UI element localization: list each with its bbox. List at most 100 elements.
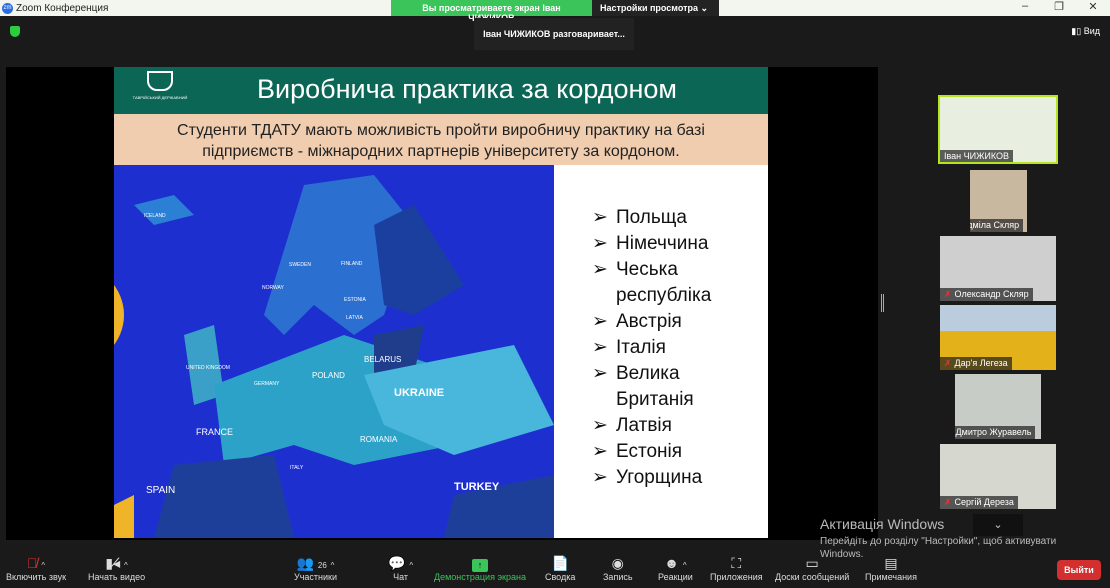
map-label: UKRAINE bbox=[394, 387, 445, 399]
window-title: Zoom Конференция bbox=[16, 2, 109, 14]
unmute-button[interactable]: 🎙̸ ^ Включить звук bbox=[6, 554, 66, 582]
country-item: Австрія bbox=[592, 309, 732, 335]
participant-tile[interactable]: ✗ Олександр Скляр bbox=[940, 236, 1056, 301]
map-label: ESTONIA bbox=[344, 297, 366, 303]
europe-map: ICELAND NORWAY SWEDEN FINLAND ESTONIA LA… bbox=[114, 165, 554, 538]
record-button[interactable]: ◉ Запись bbox=[603, 554, 633, 582]
video-label: Начать видео bbox=[88, 572, 146, 582]
share-screen-button[interactable]: ↑ Демонстрация экрана bbox=[434, 554, 526, 582]
meeting-toolbar: 🎙̸ ^ Включить звук ▮◂̸ ^ Начать видео 👥 26… bbox=[0, 550, 1110, 588]
subtitle-line-1: Студенти ТДАТУ мають можливість пройти в… bbox=[177, 122, 705, 139]
participant-name: Дар'я Легеза bbox=[954, 358, 1008, 368]
participant-tile[interactable]: Іван ЧИЖИКОВ bbox=[938, 95, 1058, 164]
subtitle-line-2: підприємств - міжнародних партнерів унів… bbox=[202, 143, 680, 160]
participant-tile[interactable]: ✗Дмитро Журавель bbox=[955, 374, 1041, 439]
university-logo: ТАВРІЙСЬКИЙ ДЕРЖАВНИЙ bbox=[130, 71, 190, 100]
country-list: Польща Німеччина Чеська республіка Австр… bbox=[592, 205, 732, 491]
share-label: Демонстрация экрана bbox=[434, 572, 526, 582]
participants-count: 26 bbox=[317, 561, 327, 570]
country-item: Велика Британія bbox=[592, 361, 712, 413]
participant-name: Радміла Скляр bbox=[970, 220, 1020, 230]
map-label: FINLAND bbox=[341, 261, 363, 267]
muted-mic-icon: ✗ bbox=[944, 497, 952, 507]
share-screen-icon: ↑ bbox=[434, 554, 526, 572]
map-label: BELARUS bbox=[364, 355, 402, 364]
video-off-icon: ▮◂̸ ^ bbox=[105, 555, 128, 571]
security-shield-icon[interactable] bbox=[10, 26, 20, 37]
map-label: LATVIA bbox=[346, 315, 363, 321]
map-label: SWEDEN bbox=[289, 262, 311, 268]
record-icon: ◉ bbox=[611, 555, 624, 571]
map-label: SPAIN bbox=[146, 485, 176, 496]
view-button[interactable]: ▮▯ Вид bbox=[1071, 26, 1100, 37]
map-label: FRANCE bbox=[196, 427, 234, 437]
reactions-button[interactable]: ☻ ^ Реакции bbox=[658, 554, 693, 582]
map-label: UNITED KINGDOM bbox=[186, 365, 230, 371]
slide-title: Виробнича практика за кордоном bbox=[257, 74, 677, 104]
whiteboards-button[interactable]: ▭ Доски сообщений bbox=[775, 554, 849, 582]
view-options-label: Настройки просмотра bbox=[600, 3, 699, 13]
speaker-indicator: Іван ЧИЖИКОВ разговаривает... bbox=[474, 18, 634, 50]
reactions-icon: ☻ ^ bbox=[664, 555, 687, 571]
apps-icon: ⛶ bbox=[731, 555, 742, 571]
country-item: Латвія bbox=[592, 413, 732, 439]
view-banner: Вы просматриваете экран Іван ЧИЖИКОВ Нас… bbox=[391, 0, 719, 23]
map-label: POLAND bbox=[312, 371, 345, 380]
notes-icon: ▤ bbox=[884, 555, 898, 571]
view-icon: ▮▯ bbox=[1071, 26, 1082, 36]
country-item: Італія bbox=[592, 335, 732, 361]
close-button[interactable]: ✕ bbox=[1076, 0, 1110, 16]
participant-name: Іван ЧИЖИКОВ bbox=[940, 150, 1014, 162]
viewing-banner: Вы просматриваете экран Іван ЧИЖИКОВ bbox=[391, 0, 592, 23]
muted-mic-icon: 🎙̸ ^ bbox=[26, 555, 46, 571]
view-options-button[interactable]: Настройки просмотра ⌄ bbox=[592, 0, 719, 16]
slide-header: ТАВРІЙСЬКИЙ ДЕРЖАВНИЙ Виробнича практика… bbox=[114, 67, 768, 114]
country-item: Польща bbox=[592, 205, 732, 231]
participant-name: Дмитро Журавель bbox=[955, 427, 1032, 437]
country-item: Німеччина bbox=[592, 231, 732, 257]
summary-button[interactable]: 📄 Сводка bbox=[545, 554, 575, 582]
map-label: NORWAY bbox=[262, 285, 284, 291]
chat-button[interactable]: 💬 ^ Чат bbox=[388, 554, 413, 582]
participants-label: Участники bbox=[294, 572, 337, 582]
map-label: ROMANIA bbox=[360, 435, 398, 444]
record-label: Запись bbox=[603, 572, 633, 582]
chat-icon: 💬 ^ bbox=[388, 555, 414, 571]
map-label: GERMANY bbox=[254, 381, 280, 387]
unmute-label: Включить звук bbox=[6, 572, 67, 582]
participant-tile[interactable]: ✗ Сергій Дереза bbox=[940, 444, 1056, 509]
chat-label: Чат bbox=[393, 572, 409, 582]
participant-name: Олександр Скляр bbox=[954, 289, 1029, 299]
muted-mic-icon: ✗ bbox=[944, 358, 952, 368]
zoom-logo-icon: zm bbox=[2, 2, 13, 14]
map-label: TURKEY bbox=[454, 481, 500, 493]
splitter-handle[interactable] bbox=[881, 294, 884, 312]
map-label: ICELAND bbox=[144, 213, 166, 219]
slide-subtitle: Студенти ТДАТУ мають можливість пройти в… bbox=[114, 114, 768, 165]
participant-tile[interactable]: ✗ Дар'я Легеза bbox=[940, 305, 1056, 370]
view-label: Вид bbox=[1083, 26, 1100, 36]
country-item: Естонія bbox=[592, 439, 732, 465]
collapse-gallery-button[interactable]: ⌄ bbox=[973, 514, 1023, 536]
restore-button[interactable]: ❐ bbox=[1042, 0, 1076, 16]
participant-tile[interactable]: ✗Радміла Скляр bbox=[970, 170, 1027, 232]
summary-label: Сводка bbox=[545, 572, 576, 582]
participants-icon: 👥 bbox=[296, 555, 314, 571]
minimize-button[interactable]: – bbox=[1008, 0, 1042, 16]
leave-button[interactable]: Выйти bbox=[1057, 560, 1101, 580]
country-item: Чеська республіка bbox=[592, 257, 732, 309]
notes-button[interactable]: ▤ Примечания bbox=[865, 554, 917, 582]
activation-title: Активація Windows bbox=[820, 516, 945, 532]
muted-mic-icon: ✗ bbox=[944, 289, 952, 299]
participants-button[interactable]: 👥 26 ^ Участники bbox=[294, 554, 337, 582]
country-item: Угорщина bbox=[592, 465, 732, 491]
apps-button[interactable]: ⛶ Приложения bbox=[710, 554, 763, 582]
participant-name: Сергій Дереза bbox=[954, 497, 1014, 507]
map-label: ITALY bbox=[290, 465, 304, 471]
notes-label: Примечания bbox=[865, 572, 917, 582]
window-controls: – ❐ ✕ bbox=[1008, 0, 1110, 16]
whiteboard-icon: ▭ bbox=[805, 555, 819, 571]
reactions-label: Реакции bbox=[658, 572, 693, 582]
apps-label: Приложения bbox=[710, 572, 763, 582]
start-video-button[interactable]: ▮◂̸ ^ Начать видео bbox=[88, 554, 145, 582]
